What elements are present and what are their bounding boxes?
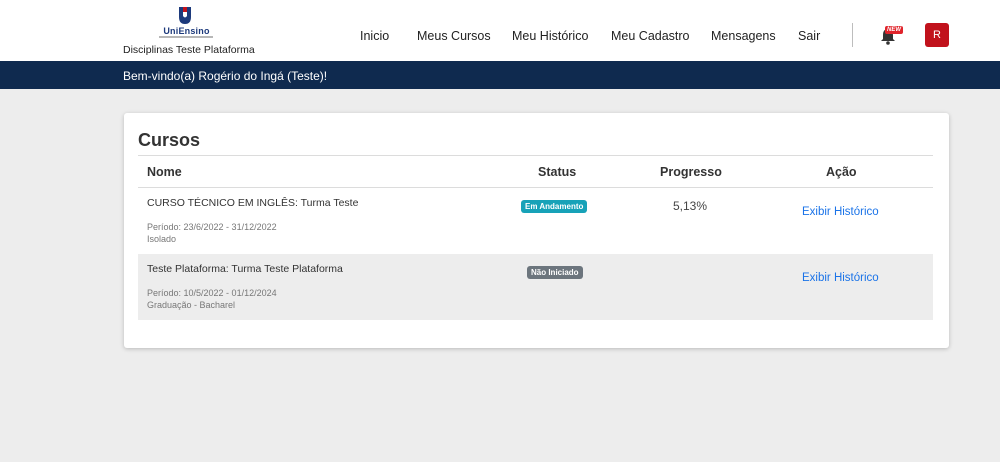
nav-mensagens[interactable]: Mensagens bbox=[711, 29, 776, 43]
course-category: Isolado bbox=[147, 234, 177, 244]
nav-inicio[interactable]: Inicio bbox=[360, 29, 389, 43]
view-history-link[interactable]: Exibir Histórico bbox=[802, 206, 879, 218]
user-avatar-button[interactable]: R bbox=[925, 23, 949, 47]
nav-divider bbox=[852, 23, 853, 47]
course-period: Período: 10/5/2022 - 01/12/2024 bbox=[147, 288, 277, 298]
new-notification-badge: NEW bbox=[885, 26, 903, 34]
table-row: CURSO TÉCNICO EM INGLÊS: Turma Teste Per… bbox=[138, 188, 933, 254]
logo-name: UniEnsino bbox=[163, 26, 210, 36]
column-header-nome: Nome bbox=[147, 165, 182, 179]
table-header: Nome Status Progresso Ação bbox=[138, 155, 933, 188]
courses-card: Cursos Nome Status Progresso Ação CURSO … bbox=[124, 113, 949, 348]
table-row: Teste Plataforma: Turma Teste Plataforma… bbox=[138, 254, 933, 320]
courses-title: Cursos bbox=[138, 130, 201, 150]
welcome-message: Bem-vindo(a) Rogério do Ingá (Teste)! bbox=[123, 69, 328, 83]
welcome-bar: Bem-vindo(a) Rogério do Ingá (Teste)! bbox=[0, 61, 1000, 89]
column-header-progresso: Progresso bbox=[660, 165, 722, 179]
column-header-acao: Ação bbox=[826, 165, 857, 179]
column-header-status: Status bbox=[538, 165, 577, 179]
status-badge: Em Andamento bbox=[521, 200, 588, 213]
view-history-link[interactable]: Exibir Histórico bbox=[802, 272, 879, 284]
top-header: UniEnsino Disciplinas Teste Plataforma I… bbox=[0, 0, 1000, 61]
site-logo[interactable]: UniEnsino Disciplinas Teste Plataforma bbox=[123, 6, 258, 58]
course-name: CURSO TÉCNICO EM INGLÊS: Turma Teste bbox=[147, 197, 359, 209]
status-badge: Não Iniciado bbox=[527, 266, 583, 279]
course-progress: 5,13% bbox=[673, 199, 708, 213]
course-category: Graduação - Bacharel bbox=[147, 300, 236, 310]
nav-sair[interactable]: Sair bbox=[798, 29, 820, 43]
site-name: Disciplinas Teste Plataforma bbox=[123, 44, 255, 56]
logo-mark-icon bbox=[179, 7, 191, 24]
course-name: Teste Plataforma: Turma Teste Plataforma bbox=[147, 263, 343, 275]
nav-meu-historico[interactable]: Meu Histórico bbox=[512, 29, 588, 43]
nav-meu-cadastro[interactable]: Meu Cadastro bbox=[611, 29, 690, 43]
logo-tagline bbox=[159, 36, 213, 38]
nav-meus-cursos[interactable]: Meus Cursos bbox=[417, 29, 491, 43]
courses-table: Nome Status Progresso Ação CURSO TÉCNICO… bbox=[138, 155, 933, 320]
course-period: Período: 23/6/2022 - 31/12/2022 bbox=[147, 222, 277, 232]
